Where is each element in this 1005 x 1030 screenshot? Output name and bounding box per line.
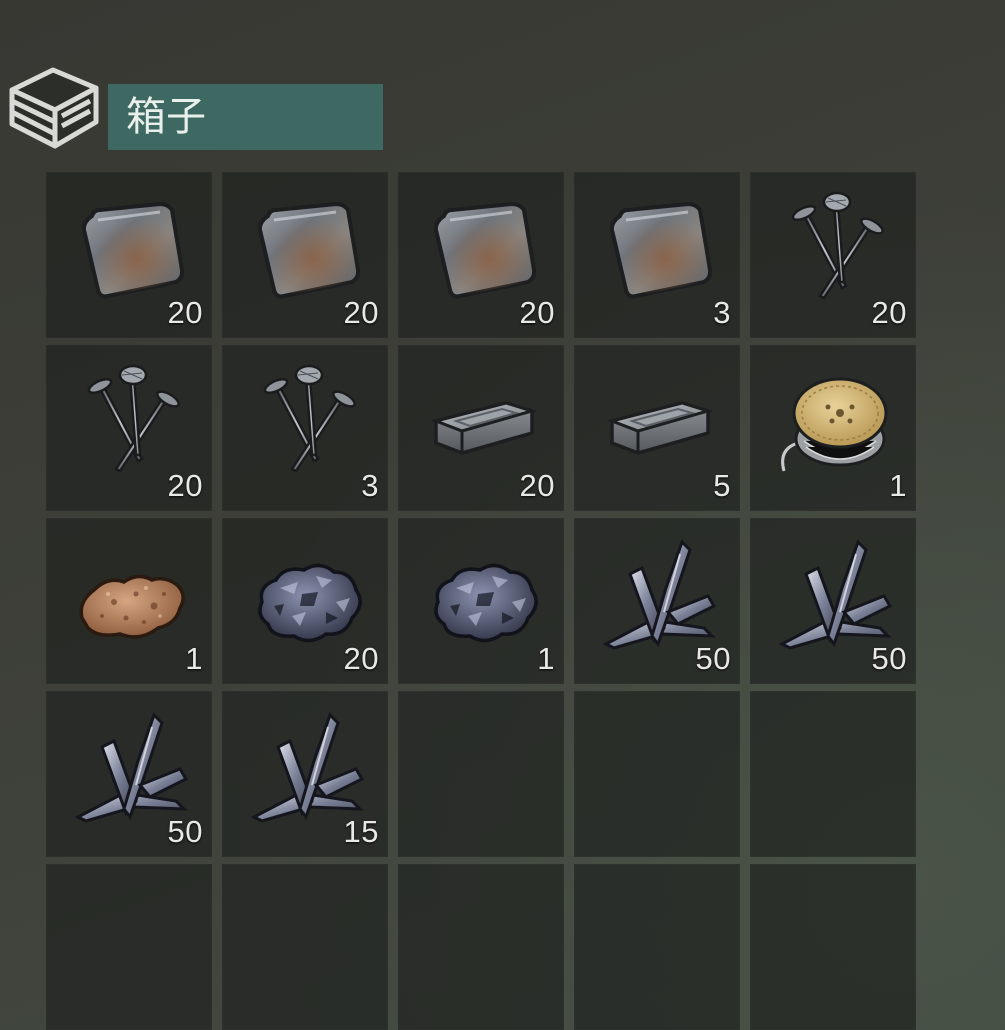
inventory-slot[interactable]: 50 — [574, 518, 740, 684]
item-count: 3 — [361, 468, 379, 503]
item-count: 20 — [343, 641, 379, 676]
inventory-slot[interactable]: 20 — [46, 345, 212, 511]
inventory-grid: 20 20 20 3 20 20 3 20 5 1 1 20 1 50 50 50 15 — [46, 172, 916, 1030]
inventory-slot[interactable]: 20 — [750, 172, 916, 338]
item-count: 3 — [713, 295, 731, 330]
inventory-slot[interactable]: 1 — [398, 518, 564, 684]
wire-spool-icon — [781, 377, 888, 472]
inventory-slot[interactable]: 1 — [46, 518, 212, 684]
inventory-slot[interactable]: 20 — [398, 172, 564, 338]
inventory-slot[interactable]: 20 — [222, 518, 388, 684]
item-count: 50 — [167, 814, 203, 849]
iron-ingot-icon — [607, 401, 714, 455]
item-count: 20 — [871, 295, 907, 330]
item-count: 5 — [713, 468, 731, 503]
inventory-slot[interactable]: 50 — [750, 518, 916, 684]
inventory-slot[interactable]: 20 — [46, 172, 212, 338]
inventory-slot-empty[interactable] — [222, 864, 388, 1030]
item-count: 1 — [537, 641, 555, 676]
crate-icon — [9, 67, 99, 149]
item-count: 50 — [695, 641, 731, 676]
item-count: 20 — [519, 468, 555, 503]
inventory-slot[interactable]: 3 — [222, 345, 388, 511]
inventory-slot-empty[interactable] — [574, 691, 740, 857]
inventory-slot-empty[interactable] — [398, 864, 564, 1030]
item-count: 15 — [343, 814, 379, 849]
item-count: 20 — [519, 295, 555, 330]
inventory-slot-empty[interactable] — [574, 864, 740, 1030]
inventory-slot[interactable]: 50 — [46, 691, 212, 857]
inventory-slot[interactable]: 20 — [222, 172, 388, 338]
inventory-slot[interactable]: 1 — [750, 345, 916, 511]
metal-sheet-icon — [609, 201, 713, 299]
inventory-slot-empty[interactable] — [750, 864, 916, 1030]
item-count: 20 — [343, 295, 379, 330]
item-count: 20 — [167, 468, 203, 503]
item-count: 50 — [871, 641, 907, 676]
inventory-slot-empty[interactable] — [46, 864, 212, 1030]
inventory-slot-empty[interactable] — [750, 691, 916, 857]
inventory-slot[interactable]: 5 — [574, 345, 740, 511]
item-count: 20 — [167, 295, 203, 330]
inventory-slot[interactable]: 15 — [222, 691, 388, 857]
item-count: 1 — [185, 641, 203, 676]
container-title: 箱子 — [108, 84, 383, 150]
iron-ore-icon — [434, 563, 538, 643]
inventory-slot-empty[interactable] — [398, 691, 564, 857]
inventory-slot[interactable]: 20 — [398, 345, 564, 511]
container-header: 箱子 — [0, 62, 390, 158]
nails-icon — [263, 364, 356, 473]
inventory-slot[interactable]: 3 — [574, 172, 740, 338]
copper-ore-icon — [79, 574, 185, 639]
item-count: 1 — [889, 468, 907, 503]
